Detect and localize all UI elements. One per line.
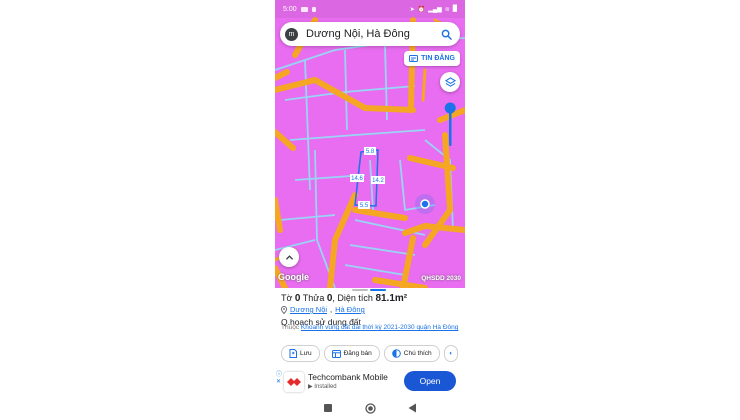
action-row: Lưu Đăng bán Chú thích ◖ [281, 345, 458, 362]
post-listing-label: TIN ĐĂNG [421, 55, 455, 62]
listing-icon [409, 55, 419, 62]
map-view[interactable]: 5.8 14.6 14.2 5.5 5:00 ➤ ⏰ ▂▄▆ ≋ █ m Dươ… [275, 0, 465, 288]
post-for-sale-button[interactable]: Đăng bán [323, 345, 380, 362]
ad-choices-icon[interactable]: ⓘ ✕ [276, 372, 282, 386]
ward-link[interactable]: Dương Nội [290, 305, 327, 314]
search-bar[interactable]: m Dương Nội, Hà Đông [280, 22, 460, 46]
save-button[interactable]: Lưu [281, 345, 320, 362]
ad-title: Techcombank Mobile [308, 372, 388, 382]
layers-icon [444, 76, 456, 87]
square-icon [324, 404, 332, 412]
recents-button[interactable] [322, 402, 334, 414]
back-button[interactable] [406, 402, 418, 414]
message-icon [311, 6, 316, 12]
parcel-area: 81.1m² [375, 293, 408, 304]
ad-subtitle: ▶ Installed [308, 384, 337, 390]
google-logo: Google [278, 272, 309, 282]
wifi-icon: ≋ [444, 6, 450, 13]
sheet-handle[interactable] [352, 289, 386, 291]
battery-icon: █ [452, 6, 457, 12]
status-bar: 5:00 ➤ ⏰ ▂▄▆ ≋ █ [275, 0, 465, 18]
avatar[interactable]: m [285, 27, 298, 41]
post-listing-button[interactable]: TIN ĐĂNG [404, 51, 460, 66]
parcel-title: Tờ 0 Thửa 0, Diện tích 81.1m² [281, 293, 408, 304]
home-button[interactable] [364, 402, 376, 414]
signal-icon: ▂▄▆ [428, 6, 442, 13]
parcel-dim-left: 14.6 [351, 176, 363, 182]
parcel-dim-right: 14.2 [372, 178, 384, 184]
techcombank-logo [284, 372, 304, 392]
location-status-icon: ➤ [409, 6, 415, 13]
ad-banner[interactable]: ⓘ ✕ Techcombank Mobile ▶ Installed Open [275, 370, 465, 396]
opacity-slider-track[interactable] [449, 112, 452, 146]
chevron-up-icon [285, 254, 293, 260]
my-location-dot [420, 199, 430, 209]
legend-icon [391, 349, 401, 358]
circle-icon [364, 402, 376, 414]
parcel-dim-bottom: 5.5 [360, 203, 369, 209]
location-pin-icon [281, 305, 287, 314]
legend-button[interactable]: Chú thích [383, 345, 440, 362]
plan-link[interactable]: Khoanh vùng đất đai thời kỳ 2021-2030 qu… [301, 324, 459, 331]
more-icon: ◖ [448, 350, 453, 357]
expand-up-button[interactable] [279, 247, 299, 267]
layers-button[interactable] [440, 72, 460, 92]
more-actions-button[interactable]: ◖ [443, 345, 458, 362]
listing-icon [331, 349, 341, 358]
save-icon [289, 349, 297, 358]
notification-icon [300, 6, 308, 12]
search-icon[interactable] [441, 29, 452, 40]
status-time: 5:00 [283, 5, 297, 13]
map-credit: QHSDD 2030 [421, 275, 461, 282]
triangle-back-icon [408, 403, 416, 413]
opacity-slider-handle[interactable] [444, 102, 456, 114]
parcel-location: Dương Nội, Hà Đông [281, 305, 365, 314]
parcel-dim-top: 5.8 [366, 149, 375, 155]
land-use-plan-desc: Thuộc Khoanh vùng đất đai thời kỳ 2021-2… [281, 324, 459, 331]
phone-screen: 5.8 14.6 14.2 5.5 5:00 ➤ ⏰ ▂▄▆ ≋ █ m Dươ… [275, 0, 465, 420]
ad-open-button[interactable]: Open [404, 371, 456, 391]
search-input[interactable]: Dương Nội, Hà Đông [306, 28, 441, 40]
parcel-info-sheet: Tờ 0 Thửa 0, Diện tích 81.1m² Dương Nội,… [275, 288, 465, 395]
district-link[interactable]: Hà Đông [335, 305, 365, 314]
alarm-icon: ⏰ [417, 6, 426, 13]
android-nav-bar [275, 396, 465, 420]
